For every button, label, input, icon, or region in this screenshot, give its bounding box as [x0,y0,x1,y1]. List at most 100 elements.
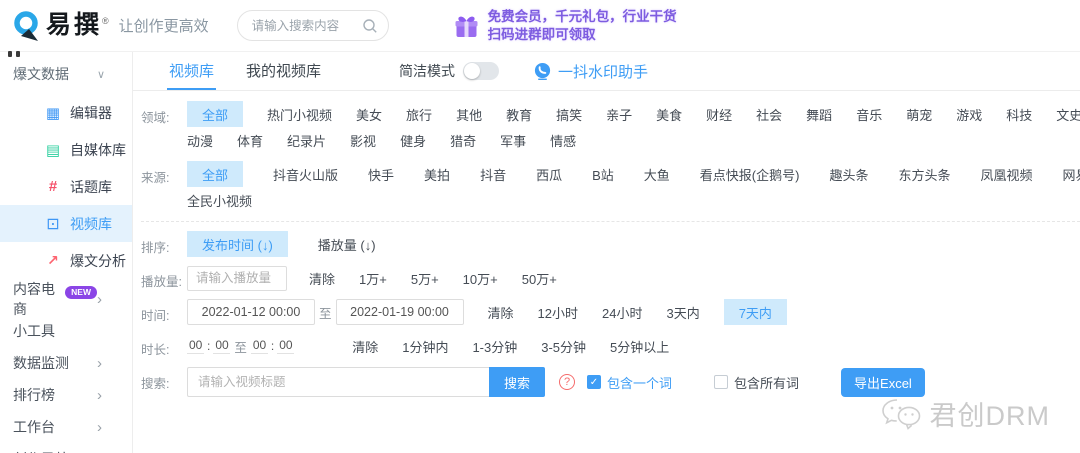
source-option[interactable]: B站 [592,165,614,184]
time-option[interactable]: 12小时 [538,303,578,322]
domain-option[interactable]: 搞笑 [556,105,582,124]
plays-option[interactable]: 5万+ [411,269,439,288]
source-option[interactable]: 全民小视频 [187,191,252,210]
domain-option[interactable]: 全部 [187,101,244,127]
checkbox-unchecked-icon[interactable] [714,375,729,389]
duration-min1-input[interactable] [187,338,204,354]
contains-all-words-option[interactable]: 包含所有词 [714,373,799,392]
plays-option[interactable]: 1万+ [359,269,387,288]
time-start-input[interactable] [187,299,315,325]
source-option[interactable]: 凤凰视频 [980,165,1032,184]
header-search[interactable] [236,10,389,41]
source-option[interactable]: 东方头条 [898,165,950,184]
tab-video-library[interactable]: 视频库 [167,52,217,90]
plays-option[interactable]: 10万+ [463,269,498,288]
domain-option[interactable]: 旅行 [406,105,432,124]
sort-option[interactable]: 播放量 (↓) [318,235,376,254]
logo[interactable]: 易撰 ® [12,10,109,42]
domain-option[interactable]: 纪录片 [287,131,326,150]
time-end-input[interactable] [335,299,464,325]
sidebar-item[interactable]: 话题库 [0,168,132,205]
domain-option[interactable]: 影视 [350,131,376,150]
app-header: 易撰 ® 让创作更高效 免费会员，千元礼包，行业干货 扫码进群即可领取 [0,0,1080,52]
domain-option[interactable]: 舞蹈 [806,105,832,124]
duration-option[interactable]: 1分钟内 [402,337,448,356]
time-option[interactable]: 3天内 [666,303,699,322]
search-button[interactable]: 搜索 [489,367,545,397]
promo-banner[interactable]: 免费会员，千元礼包，行业干货 扫码进群即可领取 [453,8,677,43]
duration-option[interactable]: 清除 [352,337,378,356]
sidebar-link[interactable]: 小工具 [0,315,132,347]
sort-option[interactable]: 发布时间 (↓) [187,231,288,257]
domain-option[interactable]: 体育 [237,131,263,150]
sidebar-item[interactable]: 自媒体库 [0,131,132,168]
sidebar-link[interactable]: 工作台 › [0,411,132,443]
sidebar-link[interactable]: 数据监测 › [0,347,132,379]
header-search-input[interactable] [251,18,362,33]
plays-input[interactable] [187,265,287,291]
scroll-artifact [8,51,20,57]
domain-option[interactable]: 游戏 [956,105,982,124]
duration-sec1-input[interactable] [213,338,231,354]
domain-option[interactable]: 社会 [756,105,782,124]
domain-option[interactable]: 财经 [706,105,732,124]
domain-option[interactable]: 情感 [550,131,576,150]
source-option[interactable]: 快手 [368,165,394,184]
source-option[interactable]: 大鱼 [644,165,670,184]
domain-option[interactable]: 科技 [1006,105,1032,124]
source-option[interactable]: 美拍 [424,165,450,184]
source-option[interactable]: 抖音 [480,165,506,184]
plays-option[interactable]: 清除 [309,269,335,288]
domain-option[interactable]: 热门小视频 [267,105,332,124]
export-excel-button[interactable]: 导出Excel [841,367,925,397]
time-to-label: 至 [319,306,332,321]
domain-option[interactable]: 美食 [656,105,682,124]
domain-option[interactable]: 动漫 [187,131,213,150]
sidebar-item[interactable]: 编辑器 [0,94,132,131]
sort-label: 排序: [141,241,170,255]
sidebar-group-hot-data[interactable]: 爆文数据 ∨ [0,54,132,94]
duration-to-label: 至 [234,340,247,355]
duration-option[interactable]: 3-5分钟 [541,337,586,356]
source-option[interactable]: 全部 [187,161,244,187]
sidebar-link-label: 小工具 [13,323,55,339]
video-title-search-input[interactable] [187,367,489,397]
source-option[interactable]: 抖音火山版 [273,165,338,184]
duration-sec2-input[interactable] [277,338,295,354]
tab-my-video-library[interactable]: 我的视频库 [244,52,323,90]
sidebar-link[interactable]: 创作导航 [0,443,132,453]
domain-option[interactable]: 萌宠 [906,105,932,124]
plays-option[interactable]: 50万+ [522,269,557,288]
time-option[interactable]: 7天内 [723,299,787,325]
domain-option[interactable]: 猎奇 [450,131,476,150]
domain-option[interactable]: 军事 [500,131,526,150]
dashed-divider [141,221,1080,222]
contains-one-word-label: 包含一个词 [607,375,673,391]
source-option[interactable]: 网易视频 [1063,165,1080,184]
checkbox-checked-icon[interactable] [587,375,601,389]
sidebar-link[interactable]: 排行榜 › [0,379,132,411]
domain-option[interactable]: 文史 [1056,105,1080,124]
sidebar-item[interactable]: 爆文分析 [0,242,132,279]
simple-mode-toggle[interactable] [463,62,500,80]
source-option[interactable]: 看点快报(企鹅号) [700,165,800,184]
search-icon[interactable] [362,18,378,34]
duration-option[interactable]: 1-3分钟 [472,337,517,356]
duration-option[interactable]: 5分钟以上 [610,337,669,356]
time-option[interactable]: 清除 [488,303,514,322]
domain-option[interactable]: 亲子 [606,105,632,124]
sidebar-link[interactable]: 内容电商 NEW › [0,281,132,317]
domain-option[interactable]: 美女 [356,105,382,124]
time-option[interactable]: 24小时 [602,303,642,322]
domain-option[interactable]: 健身 [400,131,426,150]
domain-option[interactable]: 音乐 [856,105,882,124]
domain-option[interactable]: 教育 [506,105,532,124]
contains-one-word-option[interactable]: 包含一个词 [587,373,672,392]
help-icon[interactable]: ? [559,374,575,390]
domain-option[interactable]: 其他 [456,105,482,124]
sidebar-item[interactable]: 视频库 [0,205,132,242]
watermark-assistant-link[interactable]: 一抖水印助手 [533,61,648,82]
source-option[interactable]: 西瓜 [536,165,562,184]
duration-min2-input[interactable] [250,338,268,354]
source-option[interactable]: 趣头条 [829,165,868,184]
